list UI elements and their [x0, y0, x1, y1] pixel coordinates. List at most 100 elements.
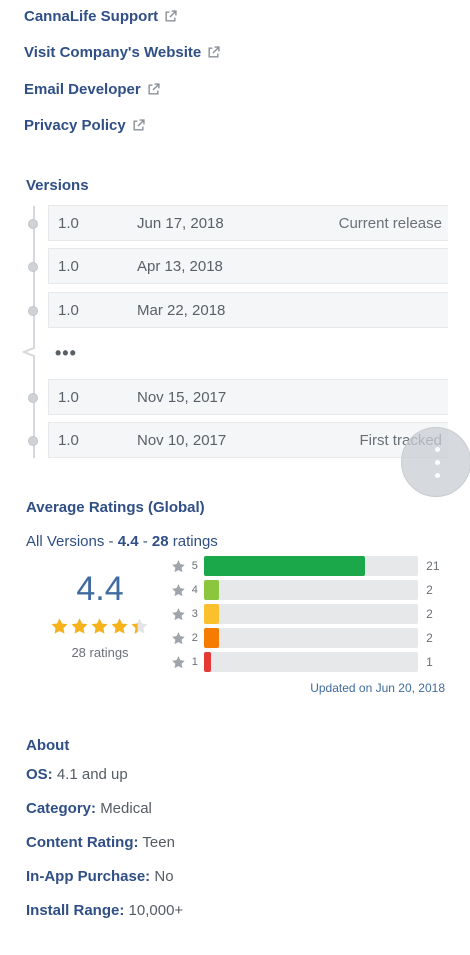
- star-level: 5: [191, 560, 198, 572]
- rating-bar-row: 42: [171, 580, 446, 600]
- kebab-dot-icon: [435, 473, 440, 478]
- star-icon: [172, 559, 185, 572]
- ratings-sep: -: [138, 533, 152, 550]
- timeline-dot: [28, 262, 38, 272]
- rating-bar-count: 1: [426, 655, 433, 669]
- version-number: 1.0: [58, 257, 79, 275]
- rating-bar-count: 2: [426, 631, 433, 645]
- rating-bar-count: 2: [426, 607, 433, 621]
- average-score: 4.4: [76, 570, 124, 608]
- about-label: Category:: [26, 800, 97, 817]
- versions-ellipsis[interactable]: •••: [55, 343, 77, 364]
- version-date: Nov 10, 2017: [137, 431, 227, 449]
- star-icon: [131, 618, 148, 634]
- ratings-summary: All Versions - 4.4 - 28 ratings: [26, 533, 218, 550]
- rating-bar-fill: [203, 628, 219, 648]
- star-icon: [91, 618, 108, 634]
- star-icon: [51, 618, 68, 634]
- star-level: 4: [191, 584, 198, 596]
- version-number: 1.0: [58, 388, 79, 406]
- timeline-dot: [28, 436, 38, 446]
- timeline-break-icon: [22, 340, 35, 364]
- link-label: Email Developer: [24, 81, 141, 98]
- kebab-dot-icon: [435, 460, 440, 465]
- star-icon: [172, 583, 185, 596]
- link-company-website[interactable]: Visit Company's Website: [24, 44, 220, 61]
- version-note: Current release: [338, 214, 442, 232]
- about-value: No: [154, 868, 174, 885]
- version-row: 1.0 Nov 10, 2017 First tracked: [48, 422, 448, 458]
- timeline-dot: [28, 219, 38, 229]
- rating-bar-row: 5 21: [171, 556, 446, 576]
- star-icon: [71, 618, 88, 634]
- ratings-title: Average Ratings (Global): [26, 499, 205, 516]
- about-value: 4.1 and up: [56, 766, 128, 783]
- version-row: 1.0 Apr 13, 2018: [48, 248, 448, 284]
- version-date: Nov 15, 2017: [137, 388, 227, 406]
- rating-bar-row: 11: [171, 652, 446, 672]
- rating-bar-track: [203, 556, 419, 576]
- rating-bar-track: [203, 652, 419, 672]
- link-email-developer[interactable]: Email Developer: [24, 81, 160, 98]
- about-category: Category: Medical: [26, 800, 152, 817]
- ratings-count: 28 ratings: [71, 645, 129, 660]
- link-cannalife-support[interactable]: CannaLife Support: [24, 8, 177, 25]
- rating-bar-row: 32: [171, 604, 446, 624]
- versions-title: Versions: [26, 177, 89, 194]
- rating-bar-fill: [203, 580, 219, 600]
- ratings-count-inline: 28: [151, 533, 169, 550]
- rating-bar-count: 2: [426, 583, 433, 597]
- external-link-icon: [165, 10, 177, 22]
- about-content-rating: Content Rating: Teen: [26, 834, 175, 851]
- about-label: In-App Purchase:: [26, 868, 151, 885]
- version-row: 1.0 Jun 17, 2018 Current release: [48, 205, 448, 241]
- link-label: CannaLife Support: [24, 8, 159, 25]
- about-value: 10,000+: [128, 902, 184, 919]
- rating-bar-track: [203, 604, 419, 624]
- ratings-score-inline: 4.4: [117, 533, 139, 550]
- rating-bar-fill: [203, 556, 365, 576]
- version-row: 1.0 Mar 22, 2018: [48, 292, 448, 328]
- rating-bar-fill: [203, 604, 219, 624]
- version-date: Jun 17, 2018: [137, 214, 224, 232]
- rating-bar-track: [203, 628, 419, 648]
- ratings-suffix: ratings: [168, 533, 218, 550]
- star-level: 2: [191, 632, 198, 644]
- rating-bar-fill: [203, 652, 212, 672]
- version-number: 1.0: [58, 431, 79, 449]
- star-level: 1: [191, 656, 198, 668]
- link-label: Privacy Policy: [24, 117, 126, 134]
- external-link-icon: [148, 83, 160, 95]
- about-in-app-purchase: In-App Purchase: No: [26, 868, 174, 885]
- rating-bar-track: [203, 580, 419, 600]
- version-number: 1.0: [58, 214, 79, 232]
- timeline-dot: [28, 306, 38, 316]
- about-label: Content Rating:: [26, 834, 139, 851]
- about-os: OS: 4.1 and up: [26, 766, 128, 783]
- about-value: Teen: [142, 834, 175, 851]
- about-title: About: [26, 737, 70, 754]
- about-value: Medical: [100, 800, 152, 817]
- timeline-dot: [28, 393, 38, 403]
- external-link-icon: [133, 119, 145, 131]
- version-date: Mar 22, 2018: [137, 301, 226, 319]
- updated-date: Updated on Jun 20, 2018: [310, 681, 445, 695]
- rating-bar-row: 22: [171, 628, 446, 648]
- about-label: Install Range:: [26, 902, 125, 919]
- link-privacy-policy[interactable]: Privacy Policy: [24, 117, 145, 134]
- version-number: 1.0: [58, 301, 79, 319]
- rating-bar-count: 21: [426, 559, 440, 573]
- star-icon: [172, 631, 185, 644]
- kebab-dot-icon: [435, 447, 440, 452]
- star-icon: [172, 655, 185, 668]
- star-icon: [172, 607, 185, 620]
- version-row: 1.0 Nov 15, 2017: [48, 379, 448, 415]
- about-install-range: Install Range: 10,000+: [26, 902, 183, 919]
- more-options-button[interactable]: [401, 427, 470, 497]
- star-level: 3: [191, 608, 198, 620]
- about-label: OS:: [26, 766, 53, 783]
- link-label: Visit Company's Website: [24, 44, 202, 61]
- version-date: Apr 13, 2018: [137, 257, 223, 275]
- ratings-scope: All Versions -: [26, 533, 118, 550]
- star-rating: [50, 617, 149, 636]
